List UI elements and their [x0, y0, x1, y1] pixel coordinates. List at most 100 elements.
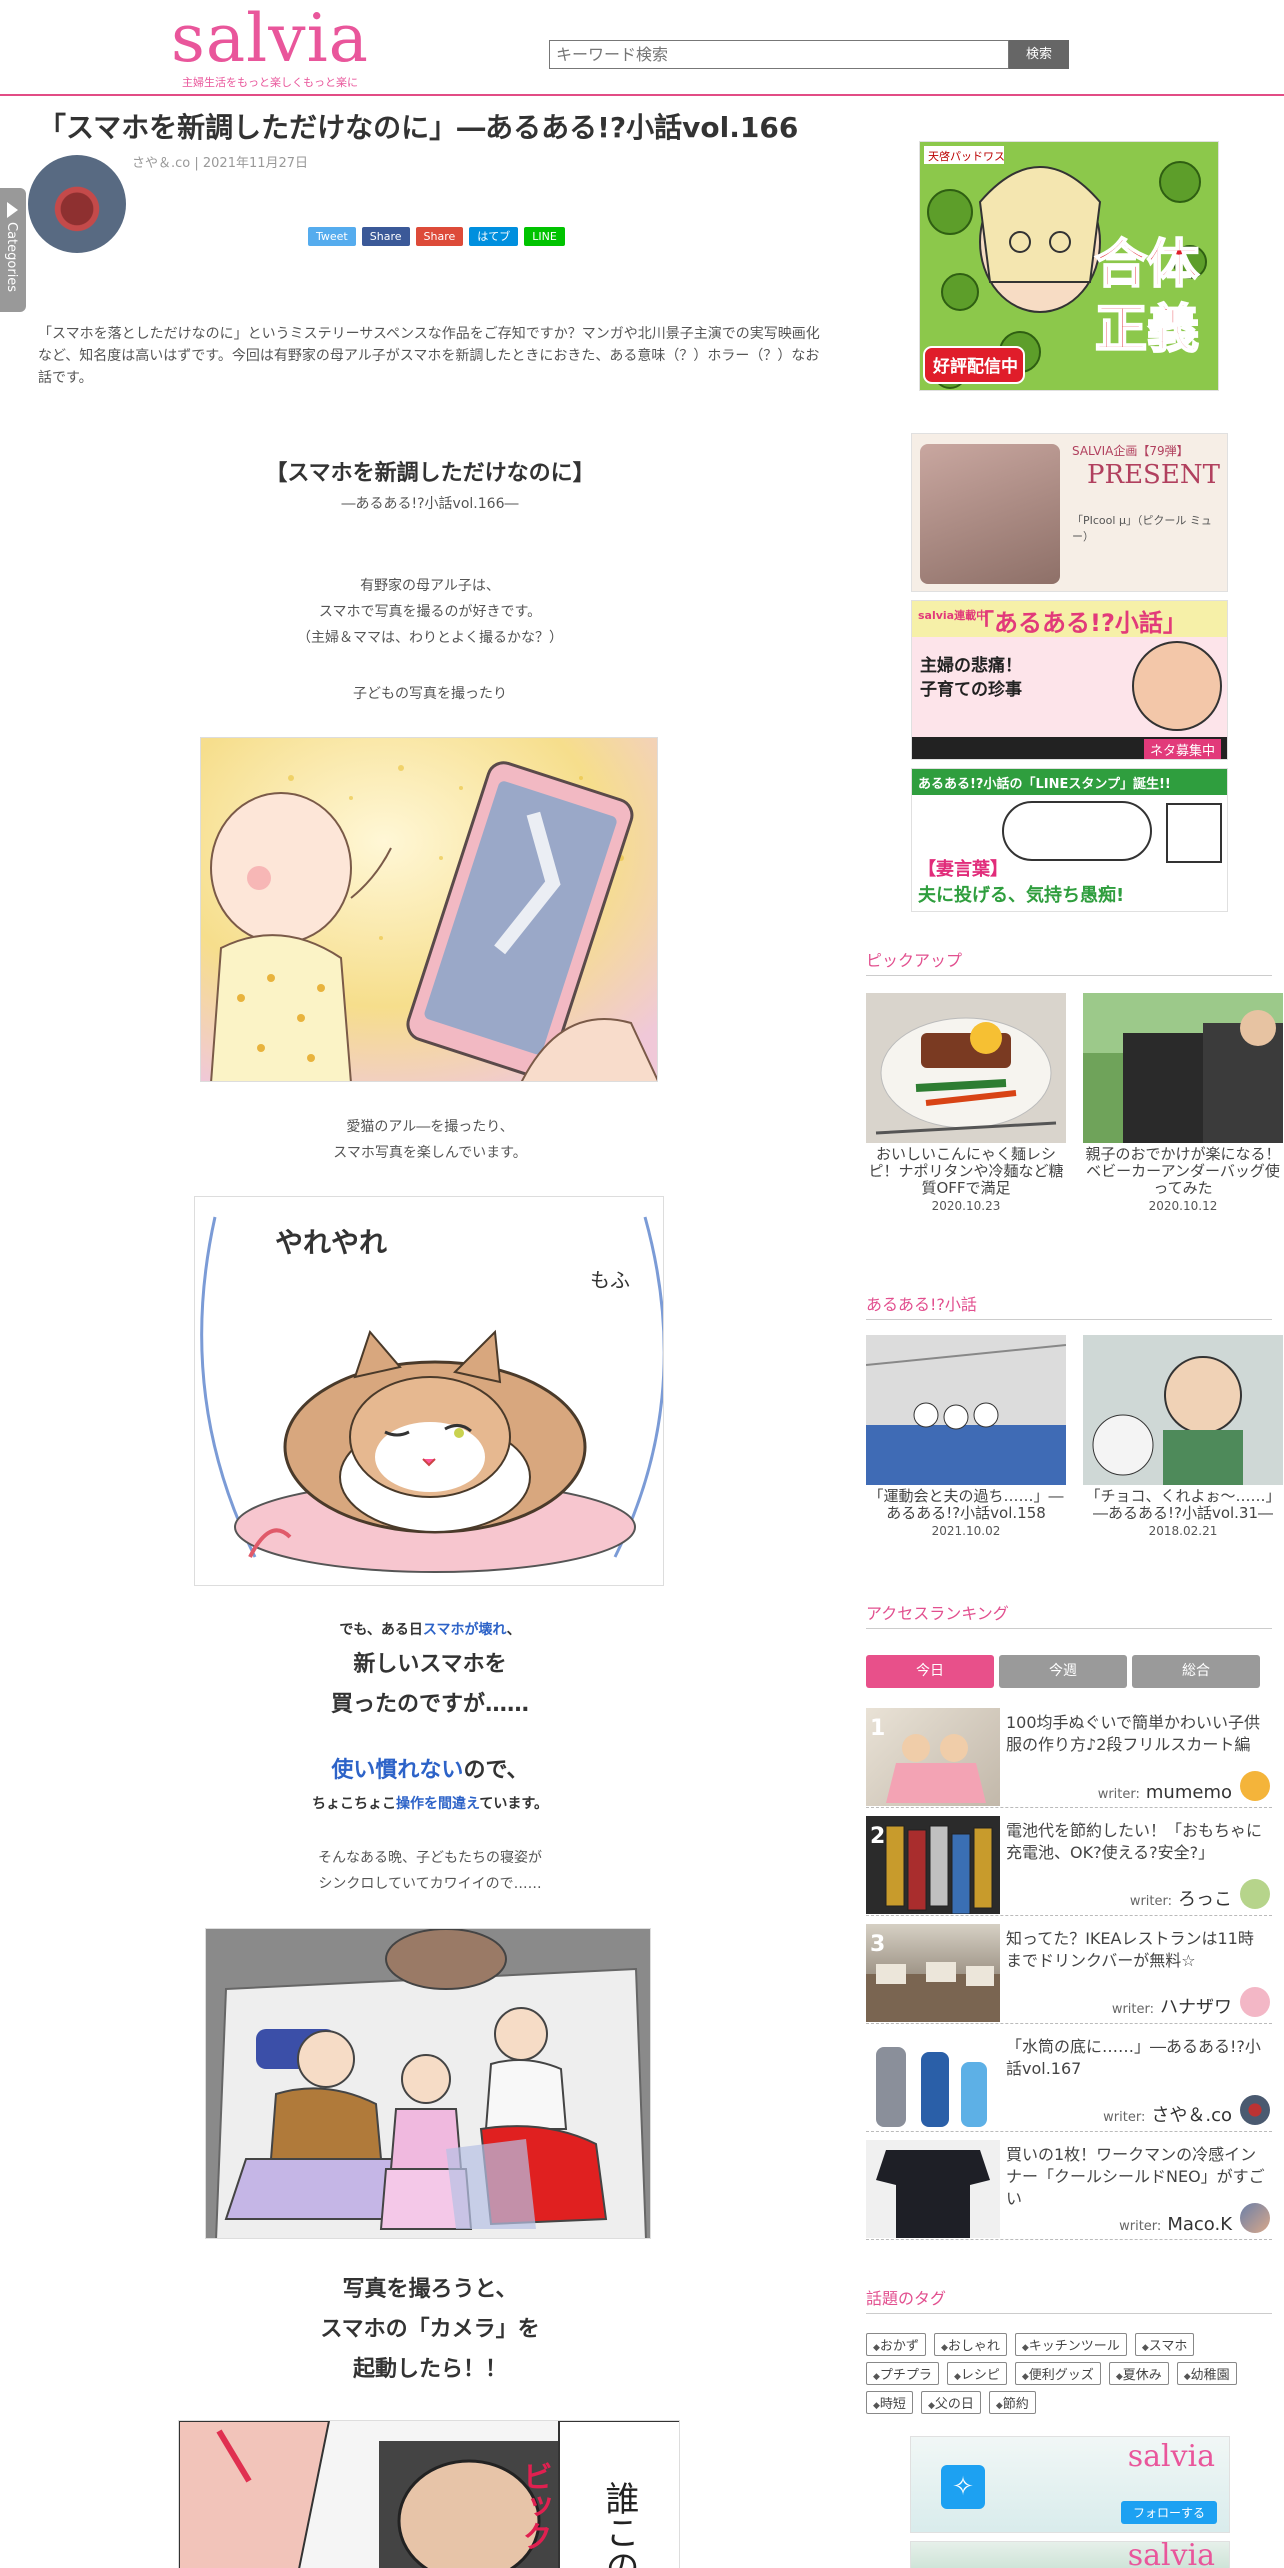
text-line: スマホの「カメラ」を — [320, 2317, 540, 2342]
tag-link[interactable]: 時短 — [866, 2391, 913, 2414]
ranking-image: 3 — [866, 1924, 1000, 2022]
follow-button[interactable]: フォローする — [1120, 2501, 1217, 2524]
pickup-date: 2020.10.23 — [931, 1199, 1001, 1213]
author-avatar[interactable] — [28, 155, 126, 253]
ranking-writer: writer: ハナザワ — [1112, 1993, 1232, 2019]
ranking-title[interactable]: 買いの1枚！ワークマンの冷感インナー「クールシールドNEO」がすごい — [1006, 2144, 1268, 2210]
ranking-item[interactable]: 3 知ってた？IKEAレストランは11時までドリンクバーが無料☆ writer:… — [866, 1920, 1272, 2024]
twitter-follow-banner[interactable]: ✧ salvia フォローする — [910, 2436, 1230, 2533]
aruaru-heading: あるある!?小話 — [866, 1291, 1272, 1320]
text-line: （主婦＆ママは、わりとよく撮るかな？） — [297, 630, 563, 646]
categories-tab[interactable]: Categories — [0, 188, 26, 312]
ranking-item[interactable]: 「水筒の底に……」―あるある!?小話vol.167 writer: さや＆.co — [866, 2028, 1272, 2132]
text-line: 新しいスマホを — [353, 1652, 507, 1677]
writer-name[interactable]: ハナザワ — [1160, 1997, 1232, 2018]
text-part: ています。 — [479, 1796, 548, 1812]
tag-link[interactable]: レシピ — [946, 2362, 1007, 2385]
aruaru-banner-badge: ネタ募集中 — [1143, 739, 1221, 759]
aruaru-card[interactable]: 「運動会と夫の過ち……」―あるある!?小話vol.158 2021.10.02 — [866, 1335, 1066, 1538]
ranking-item[interactable]: 2 電池代を節約したい！「おもちゃに充電池、OK?使える?安全?」 writer… — [866, 1812, 1272, 1916]
tweet-button[interactable]: Tweet — [308, 227, 356, 246]
tag-link[interactable]: キッチンツール — [1014, 2333, 1127, 2356]
hatebu-button[interactable]: はてブ — [469, 227, 519, 246]
ranking-title[interactable]: 100均手ぬぐいで簡単かわいい子供服の作り方♪2段フリルスカート編 — [1006, 1712, 1268, 1756]
tab-week[interactable]: 今週 — [999, 1655, 1127, 1688]
aruaru-image-choco — [1083, 1335, 1283, 1485]
aruaru-banner-title: 「あるある!?小話」 — [970, 609, 1187, 637]
writer-name[interactable]: ろっこ — [1178, 1889, 1232, 1910]
comic-cat: やれやれ もふ — [194, 1196, 664, 1586]
writer-avatar[interactable] — [1240, 2095, 1270, 2125]
highlight-text: スマホが壊れ — [422, 1622, 507, 1638]
game-ad-text-1: 合体 — [1095, 235, 1199, 295]
google-share-button[interactable]: Share — [415, 227, 464, 246]
ranking-title[interactable]: 電池代を節約したい！「おもちゃに充電池、OK?使える?安全?」 — [1006, 1820, 1268, 1864]
ranking-title[interactable]: 「水筒の底に……」―あるある!?小話vol.167 — [1006, 2036, 1268, 2080]
pickup-image-stroller-art — [1083, 993, 1283, 1143]
tag-link[interactable]: プチプラ — [866, 2362, 939, 2385]
pickup-date: 2020.10.12 — [1148, 1199, 1218, 1213]
site-logo[interactable]: salvia 主婦生活をもっと楽しくもっと楽に — [150, 6, 390, 90]
ranking-item[interactable]: 買いの1枚！ワークマンの冷感インナー「クールシールドNEO」がすごい write… — [866, 2136, 1272, 2240]
tag-link[interactable]: 幼稚園 — [1176, 2362, 1237, 2385]
tag-link[interactable]: おかず — [866, 2333, 926, 2356]
game-ad-art: 天啓パッドワス 合体 正義 好評配信中 — [920, 142, 1218, 390]
tab-overall[interactable]: 総合 — [1132, 1655, 1260, 1688]
aruaru-series-banner[interactable]: salvia連載中 「あるある!?小話」 主婦の悲痛！ 子育ての珍事 ネタ募集中 — [911, 600, 1228, 760]
game-ad-text-2: 正義 — [1095, 300, 1199, 360]
comic-text-who: 誰この — [599, 2481, 639, 2568]
tag-link[interactable]: 父の日 — [920, 2391, 981, 2414]
tag-link[interactable]: 節約 — [988, 2391, 1036, 2414]
pickup-card[interactable]: おいしいこんにゃく麺レシピ！ナポリタンや冷麺など糖質OFFで満足 2020.10… — [866, 993, 1066, 1213]
paragraph-9: 写真を撮ろうと、 スマホの「カメラ」を 起動したら！！ — [38, 2270, 822, 2390]
writer-avatar[interactable] — [1240, 1771, 1270, 1801]
writer-name[interactable]: さや＆.co — [1151, 2105, 1232, 2126]
paragraph-2: 子どもの写真を撮ったり — [353, 686, 507, 702]
facebook-share-button[interactable]: Share — [361, 227, 410, 246]
writer-avatar[interactable] — [1240, 2203, 1270, 2233]
tag-link[interactable]: 便利グッズ — [1014, 2362, 1101, 2385]
aruaru-title[interactable]: 「運動会と夫の過ち……」―あるある!?小話vol.158 — [866, 1488, 1066, 1522]
game-ad-banner[interactable]: 天啓パッドワス 合体 正義 好評配信中 — [919, 141, 1219, 391]
writer-name[interactable]: mumemo — [1146, 1782, 1232, 1803]
comic-baby-photo — [200, 737, 658, 1082]
tag-cloud: おかず おしゃれ キッチンツール スマホ プチプラ レシピ 便利グッズ 夏休み … — [866, 2333, 1272, 2414]
mask-product-image — [920, 444, 1060, 584]
writer-label: writer: — [1119, 2219, 1162, 2234]
text-line: 写真を撮ろうと、 — [342, 2277, 518, 2302]
tab-today[interactable]: 今日 — [866, 1655, 994, 1688]
ranking-image — [866, 2140, 1000, 2238]
text-line: スマホで写真を撮るのが好きです。 — [318, 604, 542, 620]
tag-link[interactable]: 夏休み — [1108, 2362, 1169, 2385]
writer-name[interactable]: Maco.K — [1167, 2214, 1232, 2235]
aruaru-card[interactable]: 「チョコ、くれよぉ～……」―あるある!?小話vol.31― 2018.02.21 — [1083, 1335, 1283, 1538]
text-line: 有野家の母アル子は、 — [360, 578, 500, 594]
aruaru-title[interactable]: 「チョコ、くれよぉ～……」―あるある!?小話vol.31― — [1083, 1488, 1283, 1522]
writer-avatar[interactable] — [1240, 1987, 1270, 2017]
aruaru-banner-text-1: 主婦の悲痛！ — [920, 656, 1022, 676]
ranking-writer: writer: Maco.K — [1119, 2214, 1232, 2235]
search-input[interactable] — [549, 40, 1009, 69]
line-stamp-banner[interactable]: あるある!?小話の「LINEスタンプ」誕生!! 【妻言葉】 夫に投げる、気持ち愚… — [911, 768, 1228, 912]
sidebar-banner-partial[interactable]: salvia — [910, 2541, 1230, 2568]
text-line: シンクロしていてカワイイので…… — [318, 1876, 542, 1892]
pickup-card[interactable]: 親子のおでかけが楽になる！ベビーカーアンダーバッグ使ってみた 2020.10.1… — [1083, 993, 1283, 1213]
page: salvia 主婦生活をもっと楽しくもっと楽に 検索 Categories 「ス… — [0, 0, 1284, 2568]
line-share-button[interactable]: LINE — [524, 227, 565, 246]
ranking-item[interactable]: 1 100均手ぬぐいで簡単かわいい子供服の作り方♪2段フリルスカート編 writ… — [866, 1704, 1272, 1808]
present-banner[interactable]: SALVIA企画【79弾】 PRESENT 「PIcool μ」（ピクール ミュ… — [911, 433, 1228, 592]
tag-link[interactable]: おしゃれ — [933, 2333, 1007, 2356]
present-text: 「PIcool μ」（ピクール ミュー） — [1072, 514, 1212, 543]
ranking-title[interactable]: 知ってた？IKEAレストランは11時までドリンクバーが無料☆ — [1006, 1928, 1268, 1972]
writer-label: writer: — [1129, 1894, 1172, 1909]
aruaru-image-sports-day — [866, 1335, 1066, 1485]
text-line: 起動したら！！ — [352, 2357, 507, 2382]
tag-link[interactable]: スマホ — [1134, 2333, 1195, 2356]
stamp-image — [1166, 803, 1222, 863]
writer-avatar[interactable] — [1240, 1879, 1270, 1909]
ranking-writer: writer: さや＆.co — [1103, 2101, 1232, 2127]
pickup-title[interactable]: 親子のおでかけが楽になる！ベビーカーアンダーバッグ使ってみた — [1083, 1146, 1283, 1197]
pickup-title[interactable]: おいしいこんにゃく麺レシピ！ナポリタンや冷麺など糖質OFFで満足 — [866, 1146, 1066, 1197]
search-button[interactable]: 検索 — [1009, 40, 1069, 69]
comic-sleeping-kids-art — [206, 1929, 650, 2238]
